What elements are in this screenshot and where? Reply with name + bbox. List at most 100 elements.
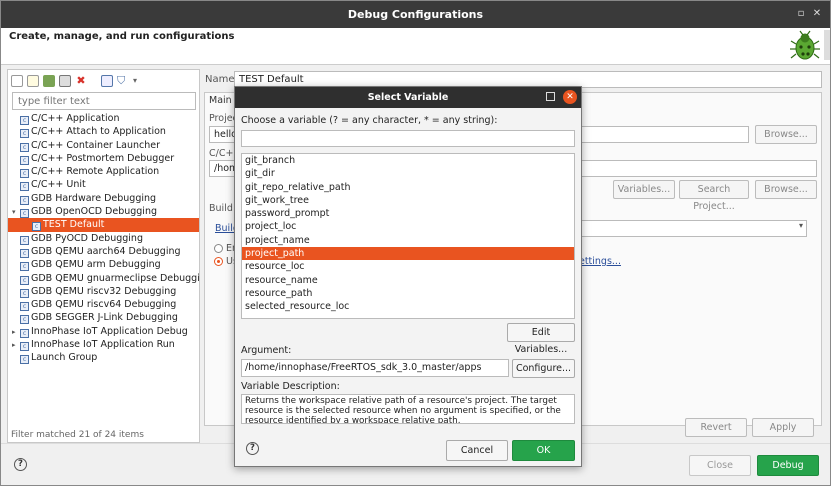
tree-item[interactable]: c Launch Group — [8, 351, 199, 365]
dialog-header: Create, manage, and run configurations — [1, 28, 830, 65]
edit-variables-button[interactable]: Edit Variables... — [507, 323, 575, 355]
duplicate-icon[interactable] — [59, 75, 71, 87]
filter-icon[interactable]: ⛉ — [117, 75, 129, 87]
tree-item[interactable]: c C/C++ Application — [8, 112, 199, 125]
launch-config-icon: c — [20, 195, 29, 205]
close-button[interactable]: Close — [689, 455, 751, 476]
choose-variable-label: Choose a variable (? = any character, * … — [241, 115, 498, 126]
tree-item[interactable]: c GDB Hardware Debugging — [8, 192, 199, 205]
tree-item-label: TEST Default — [43, 219, 105, 231]
chevron-down-icon[interactable]: ▾ — [12, 206, 20, 219]
variable-list-item[interactable]: git_branch — [242, 154, 574, 167]
tree-item[interactable]: cGDB QEMU gnuarmeclipse Debugging (Dep — [8, 272, 199, 285]
tree-item-label: C/C++ Unit — [31, 179, 86, 191]
close-icon[interactable]: ✕ — [563, 90, 577, 104]
ok-button[interactable]: OK — [512, 440, 575, 461]
launch-config-icon: c — [32, 222, 41, 232]
tree-item[interactable]: ▸ c InnoPhase IoT Application Debug — [8, 325, 199, 338]
tree-item[interactable]: c GDB QEMU aarch64 Debugging — [8, 245, 199, 258]
launch-config-icon: c — [20, 302, 29, 312]
tree-item[interactable]: c GDB QEMU riscv32 Debugging — [8, 285, 199, 298]
variable-list-item[interactable]: resource_name — [242, 274, 574, 287]
variable-list-item[interactable]: project_path — [242, 247, 574, 261]
argument-label: Argument: — [241, 345, 292, 356]
launch-config-icon: c — [20, 275, 29, 285]
tree-item[interactable]: c C/C++ Remote Application — [8, 165, 199, 179]
launch-config-icon: c — [20, 288, 29, 298]
tree-item-label: GDB SEGGER J-Link Debugging — [31, 312, 178, 324]
window-title-bar: Debug Configurations ▫ ✕ — [1, 1, 830, 28]
tree-item-label: C/C++ Remote Application — [31, 166, 160, 178]
cancel-button[interactable]: Cancel — [446, 440, 508, 461]
tree-item[interactable]: c C/C++ Postmortem Debugger — [8, 152, 199, 165]
variables-list[interactable]: git_branch git_dir git_repo_relative_path g… — [241, 153, 575, 319]
variable-list-item[interactable]: password_prompt — [242, 207, 574, 220]
chevron-right-icon[interactable]: ▸ — [12, 339, 20, 352]
launch-config-icon: c — [20, 342, 29, 352]
browse-project-button[interactable]: Browse... — [755, 125, 817, 144]
help-icon[interactable]: ? — [14, 458, 27, 471]
launch-config-icon: c — [20, 235, 29, 245]
variable-list-item[interactable]: resource_loc — [242, 260, 574, 273]
launch-config-icon: c — [20, 129, 29, 139]
tree-item[interactable]: c TEST Default — [8, 218, 199, 232]
launch-config-icon: c — [20, 209, 29, 219]
launch-config-icon: c — [20, 262, 29, 272]
tree-item-label: GDB PyOCD Debugging — [31, 232, 143, 244]
variable-list-item[interactable]: project_loc — [242, 220, 574, 233]
argument-input[interactable]: /home/innophase/FreeRTOS_sdk_3.0_master/… — [241, 359, 509, 377]
radio-use[interactable] — [214, 257, 223, 266]
name-label: Name: — [205, 74, 238, 85]
help-icon[interactable]: ? — [246, 442, 259, 455]
tree-item-label: GDB QEMU gnuarmeclipse Debugging (Dep — [31, 272, 199, 284]
tree-item-label: C/C++ Container Launcher — [31, 139, 161, 151]
maximize-icon[interactable]: ▫ — [794, 7, 808, 21]
launch-config-icon: c — [20, 355, 29, 365]
tree-item-label: GDB OpenOCD Debugging — [31, 206, 157, 218]
variable-list-item[interactable]: resource_path — [242, 287, 574, 300]
new-prototype-icon[interactable] — [27, 75, 39, 87]
launch-config-icon: c — [20, 315, 29, 325]
tree-item-label: C/C++ Postmortem Debugger — [31, 152, 175, 164]
tree-item[interactable]: c GDB QEMU arm Debugging — [8, 258, 199, 272]
chevron-right-icon[interactable]: ▸ — [12, 326, 20, 339]
tree-item[interactable]: c GDB PyOCD Debugging — [8, 232, 199, 245]
browse-application-button[interactable]: Browse... — [755, 180, 817, 199]
filter-input[interactable] — [12, 92, 196, 110]
tree-item[interactable]: c GDB SEGGER J-Link Debugging — [8, 311, 199, 325]
variables-button[interactable]: Variables... — [613, 180, 675, 199]
collapse-all-icon[interactable] — [101, 75, 113, 87]
variable-list-item[interactable]: git_work_tree — [242, 194, 574, 207]
tree-item[interactable]: ▾ c GDB OpenOCD Debugging — [8, 205, 199, 219]
tree-item[interactable]: c GDB QEMU riscv64 Debugging — [8, 298, 199, 312]
tree-item[interactable]: c C/C++ Attach to Application — [8, 125, 199, 139]
maximize-icon[interactable] — [546, 92, 555, 101]
tree-item[interactable]: ▸ c InnoPhase IoT Application Run — [8, 338, 199, 352]
chevron-down-icon: ▾ — [798, 221, 803, 230]
tree-item-label: Launch Group — [31, 352, 98, 364]
close-icon[interactable]: ✕ — [810, 7, 824, 21]
new-config-icon[interactable] — [11, 75, 23, 87]
build-config-combo[interactable]: ▾ — [545, 220, 807, 237]
variable-description-label: Variable Description: — [241, 381, 340, 392]
tree-item[interactable]: c C/C++ Unit — [8, 178, 199, 192]
select-variable-dialog: Select Variable ✕ Choose a variable (? =… — [234, 86, 582, 467]
tree-item-label: GDB Hardware Debugging — [31, 192, 157, 204]
revert-button[interactable]: Revert — [685, 418, 747, 437]
debug-button[interactable]: Debug — [757, 455, 819, 476]
export-icon[interactable] — [43, 75, 55, 87]
chevron-down-icon[interactable]: ▾ — [133, 75, 145, 87]
search-project-button[interactable]: Search Project... — [679, 180, 749, 212]
tree-item[interactable]: c C/C++ Container Launcher — [8, 139, 199, 152]
radio-enable[interactable] — [214, 244, 223, 253]
toolbar-separator — [91, 75, 97, 87]
application-input-ext[interactable] — [545, 160, 817, 177]
apply-button[interactable]: Apply — [752, 418, 814, 437]
variable-list-item[interactable]: project_name — [242, 234, 574, 247]
variable-list-item[interactable]: git_repo_relative_path — [242, 181, 574, 194]
delete-icon[interactable]: ✖ — [75, 75, 87, 87]
variable-list-item[interactable]: git_dir — [242, 167, 574, 180]
variable-filter-input[interactable] — [241, 130, 575, 147]
configure-button[interactable]: Configure... — [512, 359, 575, 378]
variable-list-item[interactable]: selected_resource_loc — [242, 300, 574, 313]
